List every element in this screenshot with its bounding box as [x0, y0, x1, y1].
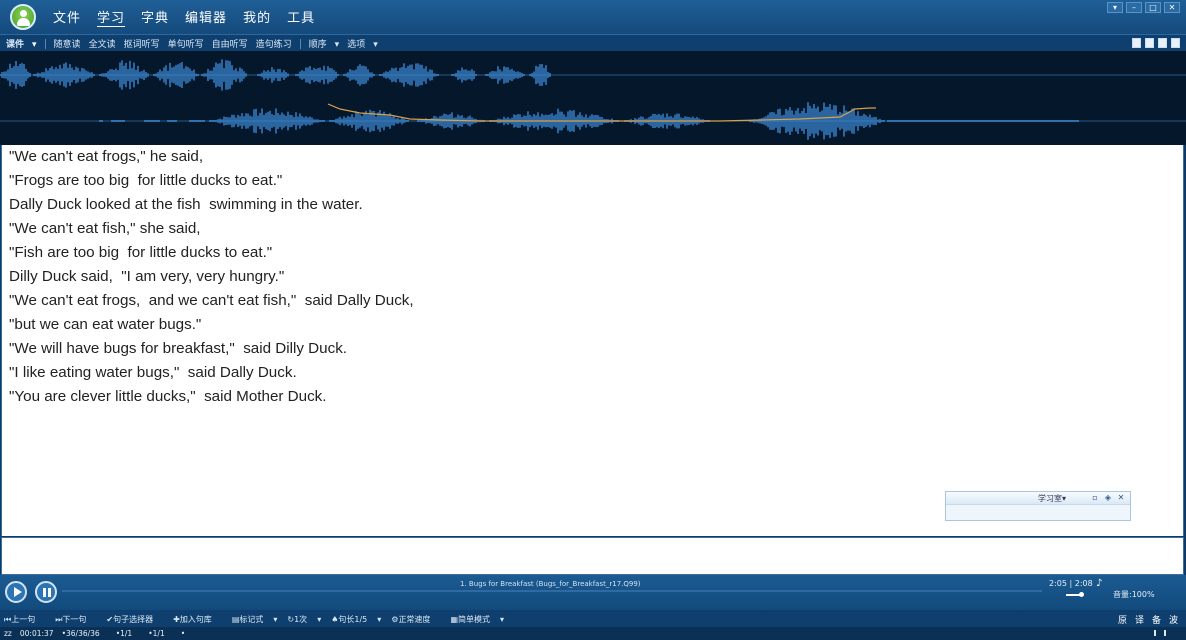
popup-tab-label: 学习室 — [1038, 494, 1062, 503]
order-label: 顺序 — [308, 40, 327, 50]
mode-sentence-dictation[interactable]: 单句听写 — [168, 37, 204, 50]
transcript-line[interactable]: "We can't eat fish," she said, — [9, 219, 414, 243]
menu-editor[interactable]: 编辑器 — [185, 7, 227, 26]
waveform-panel[interactable] — [0, 51, 1186, 145]
speed-label: 正常速度 — [398, 615, 431, 624]
menu-dictionary[interactable]: 字典 — [141, 7, 169, 26]
resize-grip-icon[interactable] — [1154, 630, 1166, 636]
play-button[interactable] — [5, 581, 27, 603]
minimize-button[interactable]: – — [1126, 2, 1142, 13]
study-toolbar: 课件 ▾ 随意读 全文读 抠词听写 单句听写 自由听写 造句练习 顺序 ▾ 选项 ▾ — [0, 34, 1186, 51]
app-window: 文件 学习 字典 编辑器 我的 工具 ▾ – □ ✕ 课件 ▾ 随意读 全文读 抠… — [0, 0, 1186, 640]
mode-label: 简单模式 — [458, 615, 490, 624]
pause-button[interactable] — [35, 581, 57, 603]
edit-doc-icon[interactable] — [1132, 38, 1141, 48]
sentence-length-label: 句长1/5 — [338, 615, 368, 624]
transcript-line[interactable]: "Fish are too big for little ducks to ea… — [9, 243, 414, 267]
control-bar: ⏮上一句 ⏭下一句 ✔句子选择器 ✚加入句库 ▤标记式 ▾ ↻1次 ▾ ♠句长1/5… — [0, 610, 1186, 627]
page-a-value: 1/1 — [120, 629, 133, 638]
popup-close-icon[interactable]: ✕ — [1116, 494, 1126, 503]
folder-icon[interactable] — [1171, 38, 1180, 48]
speed-button[interactable]: ⚙正常速度 — [391, 614, 440, 625]
order-dropdown[interactable]: 顺序 ▾ — [309, 37, 340, 50]
skin-icon[interactable]: ▾ — [1107, 2, 1123, 13]
study-room-popup[interactable]: 学习室▾ ▫ ◈ ✕ — [945, 491, 1131, 521]
notes-toggle[interactable]: 备 — [1152, 613, 1161, 626]
progress-track[interactable] — [62, 590, 1042, 592]
speaker-icon[interactable]: ♪ — [1096, 578, 1102, 589]
input-pane[interactable] — [1, 537, 1184, 575]
page-b-value: 1/1 — [152, 629, 165, 638]
mode-free-dictation[interactable]: 自由听写 — [212, 37, 248, 50]
mode-word-dictation[interactable]: 抠词听写 — [124, 37, 160, 50]
next-label: 下一句 — [62, 615, 87, 624]
original-text-toggle[interactable]: 原 — [1118, 613, 1127, 626]
transcript-line[interactable]: "but we can eat water bugs." — [9, 315, 414, 339]
sentence-counter: •36/36/36 — [61, 629, 100, 638]
transcript-line[interactable]: "We will have bugs for breakfast," said … — [9, 339, 414, 363]
marker-dropdown[interactable]: ▤标记式 ▾ — [232, 614, 278, 625]
prev-sentence-button[interactable]: ⏮上一句 — [4, 614, 45, 625]
popup-restore-icon[interactable]: ▫ — [1090, 494, 1100, 503]
transcript-line[interactable]: "You are clever little ducks," said Moth… — [9, 387, 414, 411]
new-doc-icon[interactable] — [1145, 38, 1154, 48]
prev-label: 上一句 — [11, 615, 36, 624]
page-counter-a: •1/1 — [115, 629, 133, 638]
elapsed-time: 00:01:37 — [19, 629, 54, 638]
menu-file[interactable]: 文件 — [53, 7, 81, 26]
menu-mine[interactable]: 我的 — [243, 7, 271, 26]
next-sentence-button[interactable]: ⏭下一句 — [55, 614, 96, 625]
mode-free-read[interactable]: 随意读 — [54, 37, 81, 50]
transcript-pane[interactable]: "We can't eat frogs," he said, "Frogs ar… — [1, 145, 1184, 536]
add-library-label: 加入句库 — [179, 615, 212, 624]
maximize-button[interactable]: □ — [1145, 2, 1161, 13]
track-name: 1. Bugs for Breakfast (Bugs_for_Breakfas… — [460, 580, 641, 588]
sentence-selector-button[interactable]: ✔句子选择器 — [106, 614, 163, 625]
transcript-line[interactable]: "Frogs are too big for little ducks to e… — [9, 171, 414, 195]
export-doc-icon[interactable] — [1158, 38, 1167, 48]
mode-dropdown[interactable]: ▦简单模式 ▾ — [450, 614, 504, 625]
course-label: 课件 — [6, 40, 25, 50]
transcript-line[interactable]: "I like eating water bugs," said Dally D… — [9, 363, 414, 387]
options-dropdown[interactable]: 选项 ▾ — [347, 37, 378, 50]
status-dot: • — [180, 629, 186, 638]
translation-toggle[interactable]: 译 — [1135, 613, 1144, 626]
mode-sentence-practice[interactable]: 造句练习 — [256, 37, 292, 50]
sentence-selector-label: 句子选择器 — [113, 615, 154, 624]
main-menu-bar: 文件 学习 字典 编辑器 我的 工具 ▾ – □ ✕ — [0, 0, 1186, 34]
popup-pin-icon[interactable]: ◈ — [1103, 494, 1113, 503]
player-bar: 1. Bugs for Breakfast (Bugs_for_Breakfas… — [0, 575, 1186, 610]
marker-label: 标记式 — [239, 615, 264, 624]
page-counter-b: •1/1 — [148, 629, 165, 638]
repeat-dropdown[interactable]: ↻1次 ▾ — [287, 614, 321, 625]
repeat-label: 1次 — [294, 615, 308, 624]
time-readout: 2:05 | 2:08 — [1049, 579, 1093, 588]
transcript-line[interactable]: "We can't eat frogs," he said, — [9, 147, 414, 171]
sentence-counter-value: 36/36/36 — [66, 629, 100, 638]
sleep-indicator[interactable]: zz — [4, 629, 12, 638]
transcript-line[interactable]: Dally Duck looked at the fish swimming i… — [9, 195, 414, 219]
volume-label: 音量:100% — [1113, 590, 1155, 599]
user-avatar-icon[interactable] — [10, 4, 36, 30]
popup-tab[interactable]: 学习室▾ — [1038, 493, 1066, 504]
options-label: 选项 — [347, 40, 366, 50]
transcript-line[interactable]: "We can't eat frogs, and we can't eat fi… — [9, 291, 414, 315]
waveform-graph — [0, 59, 1186, 140]
add-to-library-button[interactable]: ✚加入句库 — [173, 614, 222, 625]
menu-tools[interactable]: 工具 — [287, 7, 315, 26]
volume-slider[interactable] — [1066, 592, 1084, 597]
close-button[interactable]: ✕ — [1164, 2, 1180, 13]
transcript-line[interactable]: Dilly Duck said, "I am very, very hungry… — [9, 267, 414, 291]
waveform-toggle[interactable]: 波 — [1169, 613, 1178, 626]
status-bar: zz 00:01:37 •36/36/36 •1/1 •1/1 • — [0, 627, 1186, 640]
course-dropdown[interactable]: 课件 ▾ — [6, 37, 37, 50]
mode-full-text[interactable]: 全文读 — [89, 37, 116, 50]
menu-study[interactable]: 学习 — [97, 7, 125, 26]
sentence-length-dropdown[interactable]: ♠句长1/5 ▾ — [331, 614, 381, 625]
